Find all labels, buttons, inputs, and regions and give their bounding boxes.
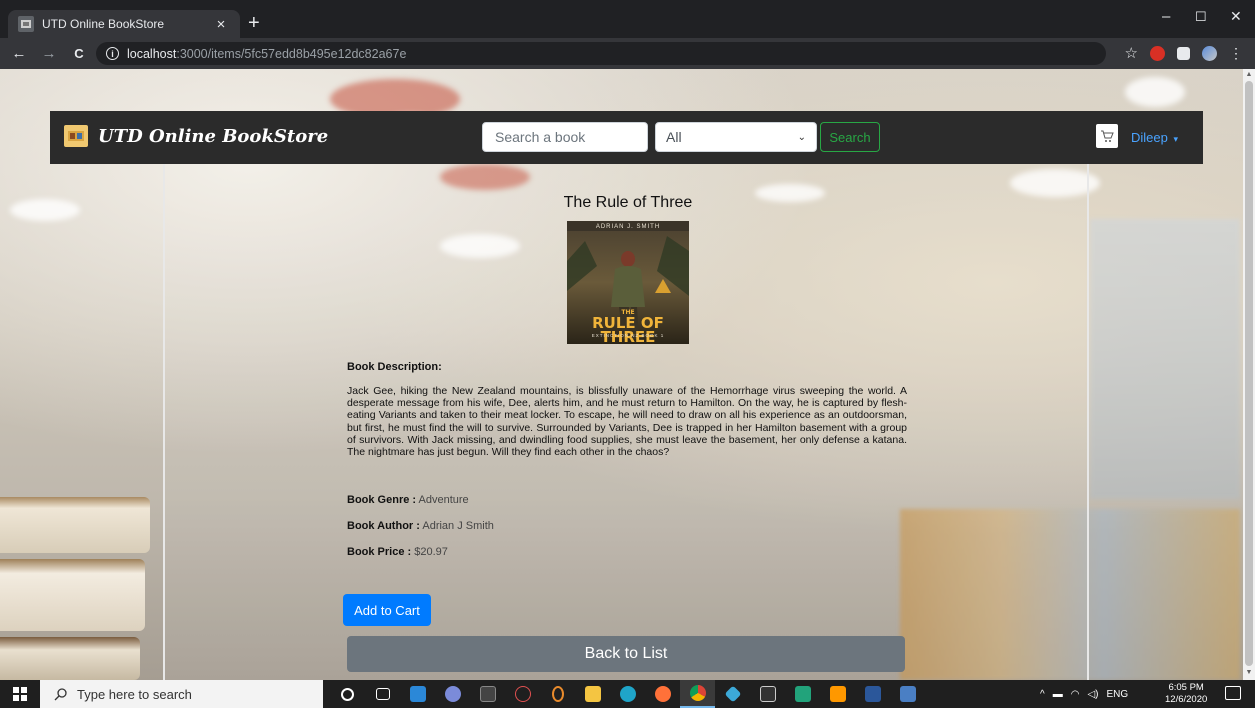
book-author-row: Book Author : Adrian J Smith [347, 520, 907, 532]
genre-select[interactable]: All ⌄ [655, 122, 817, 152]
book-genre-row: Book Genre : Adventure [347, 494, 907, 506]
maximize-icon[interactable]: ☐ [1195, 9, 1207, 25]
cover-subtitle-text: EXTINCTION NZ BOOK 1 [591, 333, 665, 338]
task-view-icon[interactable] [365, 680, 400, 708]
taskbar-apps [330, 680, 925, 708]
sublime-icon[interactable] [820, 680, 855, 708]
background-lamp [1125, 77, 1185, 107]
background-lamp [10, 199, 80, 221]
browser-menu-icon[interactable]: ⋮ [1229, 45, 1243, 62]
window-close-icon[interactable]: ✕ [1230, 8, 1242, 25]
firefox-icon[interactable] [645, 680, 680, 708]
url-host: localhost [127, 46, 177, 61]
reload-icon[interactable]: C [64, 46, 94, 61]
adblock-extension-icon[interactable] [1150, 46, 1165, 61]
chrome-browser-icon[interactable] [680, 680, 715, 708]
brand-name[interactable]: UTD Online BookStore [98, 126, 328, 147]
price-value: $20.97 [414, 546, 448, 558]
address-bar[interactable]: i localhost :3000/items/5fc57edd8b495e12… [96, 42, 1106, 65]
battery-icon[interactable]: ▬ [1053, 689, 1063, 700]
file-explorer-icon[interactable] [575, 680, 610, 708]
genre-label: Book Genre : [347, 494, 417, 506]
extension-area: ☆ ⋮ [1125, 45, 1243, 62]
book-title: The Rule of Three [563, 194, 693, 211]
page-viewport: UTD Online BookStore All ⌄ Search Dileep… [0, 69, 1243, 680]
forward-arrow-icon[interactable]: → [34, 45, 64, 62]
cortana-icon[interactable] [330, 680, 365, 708]
price-label: Book Price : [347, 546, 412, 558]
orange-app-icon[interactable] [540, 680, 575, 708]
windows-taskbar: Type here to search ^ ▬ ◠ ◁) ENG 6:05 PM… [0, 680, 1255, 708]
scroll-down-icon[interactable]: ▼ [1245, 669, 1253, 676]
site-favicon-icon [18, 16, 34, 32]
browser-tabbar: UTD Online BookStore × + – ☐ ✕ [0, 0, 1255, 38]
search-icon [54, 687, 67, 700]
genre-select-value: All [666, 129, 682, 145]
tab-close-icon[interactable]: × [212, 16, 230, 33]
cover-author-text: ADRIAN J. SMITH [595, 224, 661, 230]
windows-start-icon[interactable] [0, 680, 40, 708]
browser-tab[interactable]: UTD Online BookStore × [8, 10, 240, 38]
back-arrow-icon[interactable]: ← [4, 45, 34, 62]
search-button[interactable]: Search [820, 122, 880, 152]
brand-logo-icon[interactable] [64, 125, 88, 147]
console-app-icon[interactable] [750, 680, 785, 708]
mail-app-icon[interactable] [400, 680, 435, 708]
new-tab-icon[interactable]: + [248, 12, 260, 34]
tab-title: UTD Online BookStore [42, 17, 165, 31]
word-app-icon[interactable] [855, 680, 890, 708]
extensions-puzzle-icon[interactable] [1177, 47, 1190, 60]
chevron-down-icon: ⌄ [797, 131, 806, 143]
book-stack-image [0, 489, 160, 680]
wifi-icon[interactable]: ◠ [1071, 689, 1080, 700]
taskbar-search-placeholder: Type here to search [77, 686, 192, 702]
site-info-icon[interactable]: i [106, 47, 119, 60]
page-scrollbar[interactable]: ▲ ▼ [1243, 69, 1255, 680]
green-app-icon[interactable] [785, 680, 820, 708]
bookmark-star-icon[interactable]: ☆ [1125, 46, 1138, 61]
taskbar-clock[interactable]: 6:05 PM 12/6/2020 [1165, 682, 1207, 706]
browser-toolbar: ← → C i localhost :3000/items/5fc57edd8b… [0, 38, 1255, 69]
author-value: Adrian J Smith [422, 520, 494, 532]
scrollbar-thumb[interactable] [1245, 81, 1253, 666]
cover-title-text: THE RULE OF THREE [592, 309, 664, 344]
caret-down-icon: ▾ [1173, 134, 1179, 144]
notification-center-icon[interactable] [1225, 686, 1241, 700]
git-app-icon[interactable] [715, 680, 750, 708]
clock-time: 6:05 PM [1168, 682, 1204, 693]
terminal-app-icon[interactable] [470, 680, 505, 708]
clock-date: 12/6/2020 [1165, 694, 1208, 705]
genre-value: Adventure [418, 494, 469, 506]
book-description: Jack Gee, hiking the New Zealand mountai… [347, 385, 907, 459]
author-label: Book Author : [347, 520, 420, 532]
network-app-icon[interactable] [505, 680, 540, 708]
language-indicator[interactable]: ENG [1106, 689, 1128, 700]
book-price-row: Book Price : $20.97 [347, 546, 907, 558]
background-shelf [1090, 219, 1240, 499]
edge-browser-icon[interactable] [610, 680, 645, 708]
back-to-list-button[interactable]: Back to List [347, 636, 905, 672]
tray-chevron-icon[interactable]: ^ [1040, 689, 1045, 700]
user-dropdown[interactable]: Dileep ▾ [1131, 130, 1178, 145]
cart-icon[interactable] [1096, 124, 1118, 148]
site-navbar: UTD Online BookStore All ⌄ Search Dileep… [50, 111, 1203, 164]
minimize-icon[interactable]: – [1162, 8, 1170, 25]
volume-icon[interactable]: ◁) [1087, 689, 1098, 700]
system-tray: ^ ▬ ◠ ◁) ENG [1040, 680, 1128, 708]
user-name: Dileep [1131, 130, 1168, 145]
book-cover-image: ADRIAN J. SMITH THE RULE OF THREE EXTINC… [567, 221, 689, 344]
add-to-cart-button[interactable]: Add to Cart [343, 594, 431, 626]
r-app-icon[interactable] [435, 680, 470, 708]
scroll-up-icon[interactable]: ▲ [1245, 71, 1253, 78]
description-label: Book Description: [347, 361, 442, 373]
remote-app-icon[interactable] [890, 680, 925, 708]
book-search-input[interactable] [482, 122, 648, 152]
book-detail-card: The Rule of Three ADRIAN J. SMITH THE RU… [163, 164, 1089, 680]
url-path: :3000/items/5fc57edd8b495e12dc82a67e [176, 46, 407, 61]
profile-avatar-icon[interactable] [1202, 46, 1217, 61]
taskbar-search-box[interactable]: Type here to search [40, 680, 323, 708]
